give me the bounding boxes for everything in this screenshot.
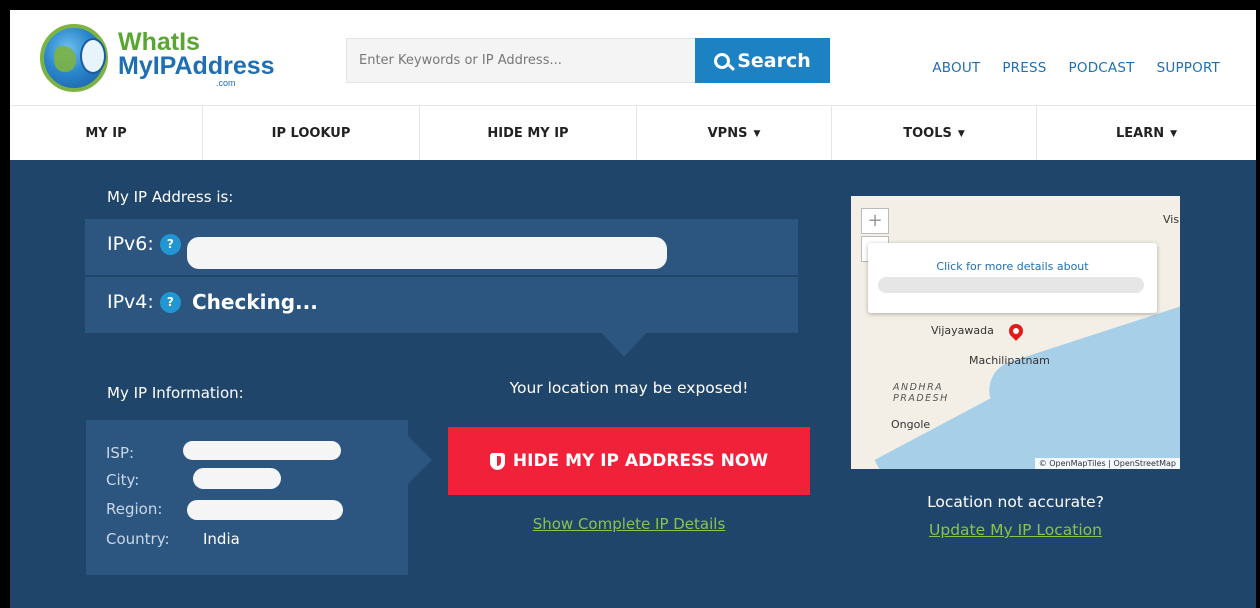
- ipv6-label-wrap: IPv6: ?: [107, 233, 181, 255]
- ip-heading: My IP Address is:: [107, 188, 234, 206]
- map-attribution[interactable]: © OpenMapTiles | OpenStreetMap: [1034, 458, 1180, 469]
- site-logo[interactable]: WhatIs MyIPAddress .com: [40, 24, 275, 92]
- city-value-redacted: [193, 468, 281, 489]
- nav-item-my-ip[interactable]: MY IP: [10, 106, 203, 161]
- main-section: My IP Address is: IPv6: ? IPv4: ? Checki…: [10, 160, 1256, 608]
- hide-button-label: HIDE MY IP ADDRESS NOW: [512, 451, 769, 471]
- ip-pointer-arrow: [600, 331, 648, 357]
- map-place-label: Vijayawada: [931, 324, 994, 337]
- logo-text-line3: .com: [216, 78, 236, 88]
- isp-label: ISP:: [106, 444, 135, 462]
- site-header: WhatIs MyIPAddress .com Search ABOUT PRE…: [10, 10, 1256, 105]
- ipv4-label-wrap: IPv4: ?: [107, 291, 181, 313]
- zoom-in-button[interactable]: +: [861, 208, 889, 234]
- exposed-warning: Your location may be exposed!: [509, 379, 749, 397]
- map-popup-text: Click for more details about: [936, 260, 1089, 273]
- map-place-label: Machilipatnam: [969, 354, 1050, 367]
- nav-item-vpns[interactable]: VPNS ▼: [637, 106, 832, 161]
- shield-icon: [489, 452, 505, 470]
- nav-item-label: IP LOOKUP: [271, 126, 351, 141]
- ipv6-row: IPv6: ?: [85, 219, 798, 275]
- caret-down-icon: ▼: [753, 128, 761, 139]
- ipv4-row: IPv4: ? Checking...: [85, 277, 798, 333]
- info-heading: My IP Information:: [107, 384, 244, 402]
- about-link[interactable]: ABOUT: [932, 60, 980, 76]
- logo-text-line2: MyIPAddress: [118, 52, 275, 80]
- location-pin-icon: [1006, 321, 1026, 341]
- country-value: India: [203, 530, 240, 548]
- caret-down-icon: ▼: [957, 128, 965, 139]
- ipv4-value: Checking...: [192, 290, 318, 314]
- map-popup[interactable]: Click for more details about: [868, 243, 1157, 313]
- podcast-link[interactable]: PODCAST: [1069, 60, 1135, 76]
- location-not-accurate-text: Location not accurate?: [927, 493, 1104, 511]
- nav-item-label: LEARN: [1115, 126, 1165, 141]
- hide-my-ip-button[interactable]: HIDE MY IP ADDRESS NOW: [448, 427, 810, 495]
- search-button[interactable]: Search: [695, 38, 830, 83]
- ipv6-value-redacted: [187, 237, 667, 269]
- search-input[interactable]: [346, 38, 696, 83]
- ipv6-label: IPv6:: [107, 233, 154, 255]
- nav-item-tools[interactable]: TOOLS ▼: [832, 106, 1037, 161]
- nav-item-label: VPNS: [707, 126, 748, 141]
- country-label: Country:: [106, 530, 170, 548]
- region-label: Region:: [106, 500, 163, 518]
- region-value-redacted: [187, 500, 343, 520]
- map-region-label: ANDHRA: [893, 382, 944, 393]
- city-label: City:: [106, 471, 140, 489]
- ip-info-box: ISP: City: Region: Country: India: [86, 420, 432, 575]
- map-region-label: PRADESH: [893, 393, 949, 404]
- nav-item-ip-lookup[interactable]: IP LOOKUP: [203, 106, 420, 161]
- caret-down-icon: ▼: [1170, 128, 1178, 139]
- show-details-link[interactable]: Show Complete IP Details: [448, 515, 810, 533]
- nav-item-learn[interactable]: LEARN ▼: [1037, 106, 1256, 161]
- top-links: ABOUT PRESS PODCAST SUPPORT: [932, 60, 1220, 76]
- logo-text-line1: WhatIs: [118, 28, 200, 56]
- isp-value-redacted: [183, 441, 341, 460]
- press-link[interactable]: PRESS: [1002, 60, 1046, 76]
- globe-logo-icon: [40, 24, 108, 92]
- map-place-label: Ongole: [891, 418, 931, 431]
- main-nav: MY IP IP LOOKUP HIDE MY IP VPNS ▼ TOOLS …: [10, 105, 1256, 161]
- help-icon[interactable]: ?: [159, 234, 181, 255]
- search-button-label: Search: [737, 49, 811, 72]
- support-link[interactable]: SUPPORT: [1157, 60, 1220, 76]
- search-icon: [714, 52, 731, 69]
- map-place-label: Vis: [1163, 213, 1180, 226]
- nav-item-label: TOOLS: [903, 126, 952, 141]
- nav-item-label: MY IP: [85, 126, 127, 141]
- browser-frame: WhatIs MyIPAddress .com Search ABOUT PRE…: [10, 10, 1256, 608]
- nav-item-label: HIDE MY IP: [487, 126, 569, 141]
- location-map[interactable]: Vis + − Click for more details about Vij…: [851, 196, 1180, 469]
- map-popup-redacted: [878, 277, 1144, 293]
- ipv4-label: IPv4:: [107, 291, 154, 313]
- help-icon[interactable]: ?: [159, 292, 181, 313]
- update-location-link[interactable]: Update My IP Location: [851, 521, 1180, 539]
- nav-item-hide-my-ip[interactable]: HIDE MY IP: [420, 106, 637, 161]
